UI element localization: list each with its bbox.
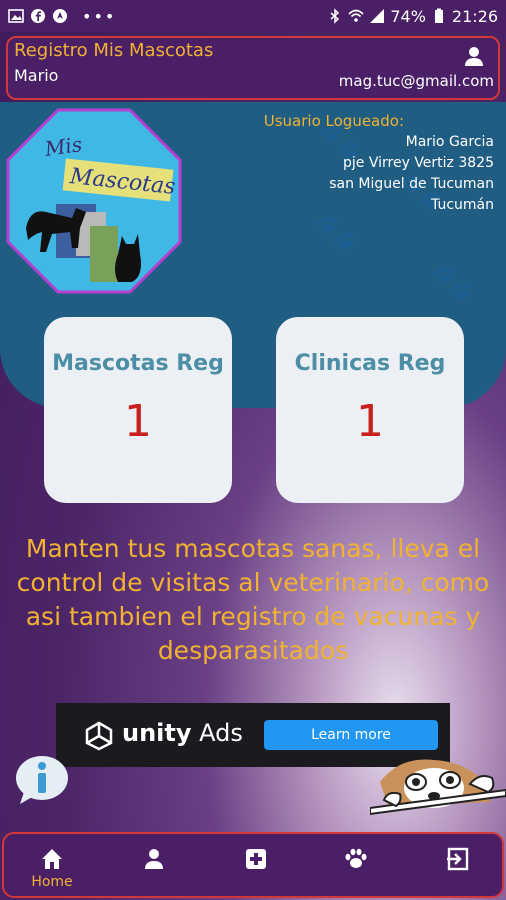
home-icon (42, 849, 62, 869)
person-icon (145, 849, 163, 869)
header-user-name: Mario (14, 66, 59, 85)
dog-peeking-decoration (370, 759, 506, 816)
bluetooth-icon (330, 8, 340, 24)
pets-count-label: Mascotas Reg (52, 351, 224, 376)
user-address: pje Virrey Vertiz 3825 (343, 155, 494, 171)
battery-icon (434, 8, 443, 23)
more-notifications-icon: ••• (82, 6, 117, 26)
signal-icon (370, 9, 385, 23)
user-city: san Miguel de Tucuman (329, 176, 494, 192)
pets-count-card[interactable]: Mascotas Reg 1 (44, 317, 232, 503)
nav-pets[interactable] (326, 846, 386, 872)
bottom-navigation: Home (2, 832, 504, 898)
header-email: mag.tuc@gmail.com (338, 72, 494, 90)
nav-clinics[interactable] (226, 846, 286, 872)
status-bar: ••• 74% 21:26 (0, 0, 506, 32)
compass-icon (53, 9, 67, 23)
paw-decoration-icon: 🐾 (430, 262, 473, 302)
clock: 21:26 (451, 6, 498, 26)
unity-logo-icon (85, 721, 113, 751)
pets-count-value: 1 (124, 396, 152, 447)
paw-decoration-icon: 🐾 (314, 212, 357, 252)
facebook-icon (31, 9, 45, 23)
app-logo: Mis Mascotas (6, 108, 182, 294)
nav-logout[interactable] (428, 846, 488, 872)
nav-home[interactable]: Home (22, 846, 82, 890)
app-header: Registro Mis Mascotas Mario mag.tuc@gmai… (6, 36, 500, 100)
app-title: Registro Mis Mascotas (14, 40, 214, 61)
user-full-name: Mario Garcia (405, 134, 494, 150)
clinics-count-value: 1 (356, 396, 384, 447)
clinics-count-label: Clinicas Reg (294, 351, 446, 376)
ad-brand: unity Ads (122, 719, 243, 747)
user-province: Tucumán (431, 197, 494, 213)
account-icon[interactable] (462, 44, 486, 68)
paw-icon (345, 848, 367, 868)
info-button[interactable] (14, 754, 70, 806)
battery-level: 74% (390, 6, 426, 26)
clinics-count-card[interactable]: Clinicas Reg 1 (276, 317, 464, 503)
medical-plus-icon (246, 849, 266, 869)
nav-home-label: Home (31, 874, 73, 890)
logged-user-info: Usuario Logueado: Mario Garcia pje Virre… (264, 112, 494, 216)
wifi-icon (348, 9, 364, 22)
promo-text: Manten tus mascotas sanas, lleva el cont… (16, 534, 490, 665)
logged-user-title: Usuario Logueado: (263, 112, 404, 130)
gallery-icon (8, 9, 24, 23)
logout-icon (447, 847, 469, 871)
nav-profile[interactable] (124, 846, 184, 872)
